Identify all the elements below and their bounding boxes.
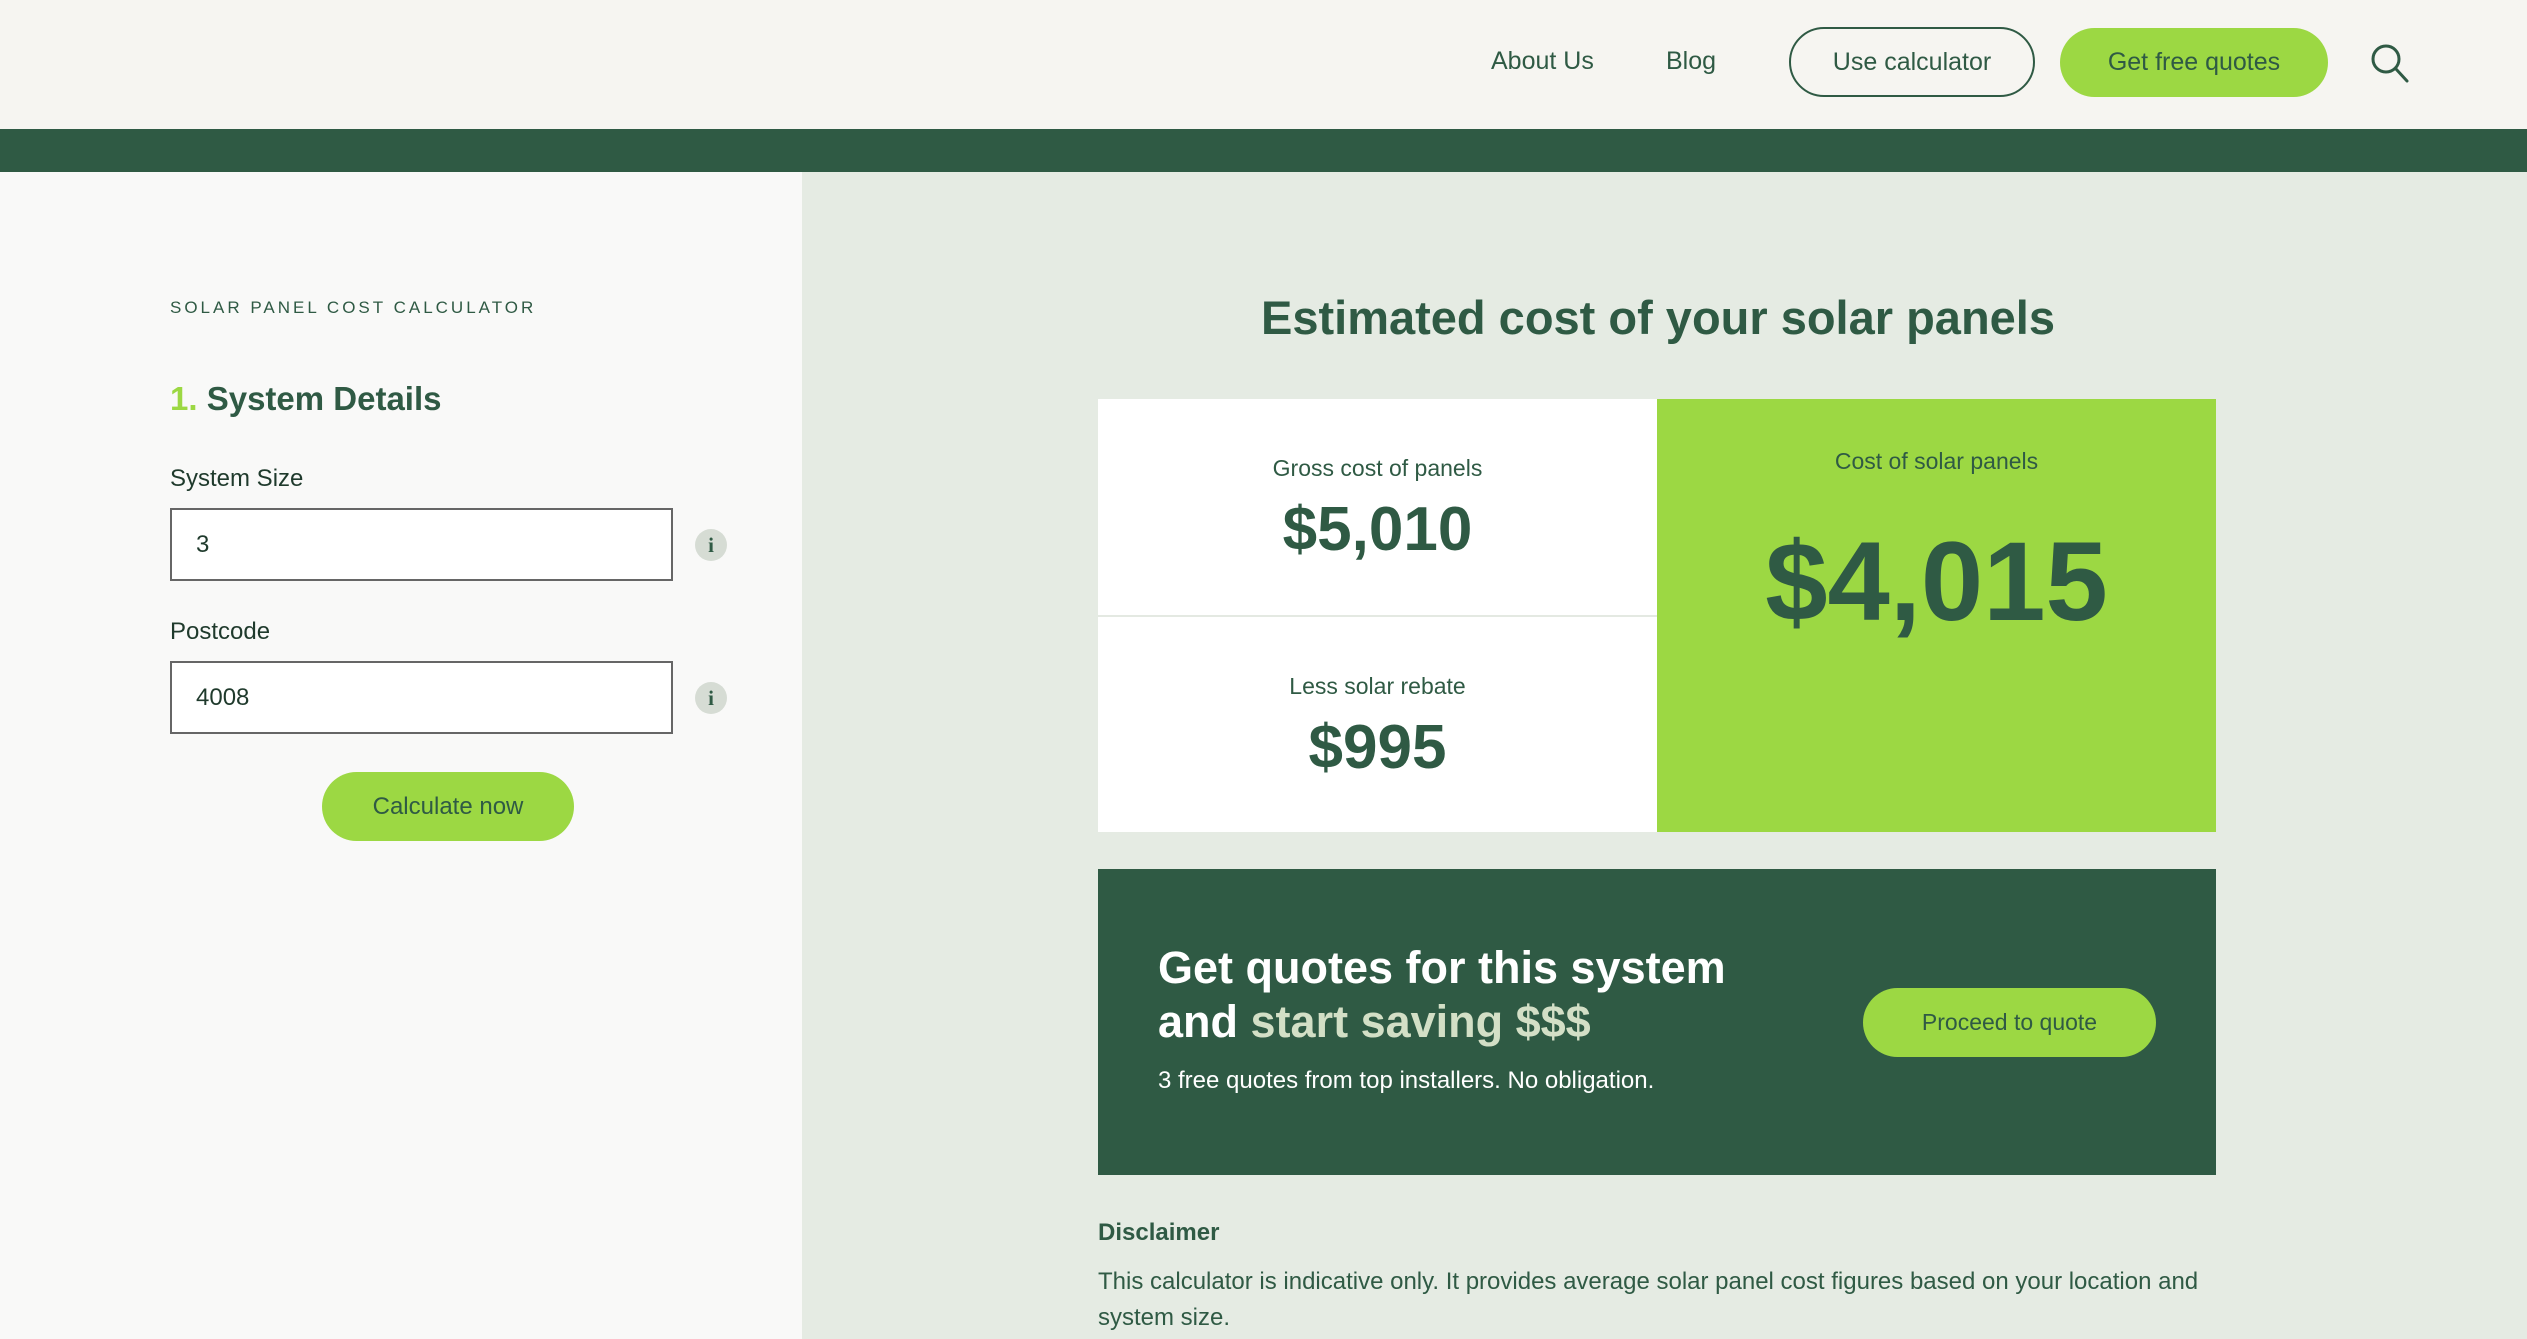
rebate-label: Less solar rebate <box>1289 673 1466 699</box>
calculator-eyebrow: SOLAR PANEL COST CALCULATOR <box>170 298 537 317</box>
rebate-value: $995 <box>1308 713 1447 782</box>
proceed-to-quote-button[interactable]: Proceed to quote <box>1863 988 2156 1057</box>
cta-heading-line1: Get quotes for this system <box>1158 942 1726 993</box>
cta-heading-accent: start saving $$$ <box>1250 996 1591 1047</box>
postcode-input[interactable] <box>170 661 673 734</box>
postcode-info-icon[interactable]: i <box>695 682 727 714</box>
step-number: 1. <box>170 380 198 417</box>
system-size-input[interactable] <box>170 508 673 581</box>
total-cost-card: Cost of solar panels $4,015 <box>1657 399 2216 832</box>
rebate-card: Less solar rebate $995 <box>1098 617 1657 832</box>
quote-cta-banner: Get quotes for this system and start sav… <box>1098 869 2216 1175</box>
calculator-form-panel <box>0 172 802 1339</box>
total-cost-value: $4,015 <box>1765 519 2108 644</box>
site-header: About Us Blog Use calculator Get free qu… <box>0 0 2527 129</box>
cta-subtext: 3 free quotes from top installers. No ob… <box>1158 1067 1655 1094</box>
get-free-quotes-button[interactable]: Get free quotes <box>2060 28 2328 97</box>
step-heading: 1. System Details <box>170 380 442 418</box>
step-title: System Details <box>206 380 442 417</box>
nav-about-us[interactable]: About Us <box>1491 47 1594 76</box>
disclaimer-title: Disclaimer <box>1098 1219 1220 1246</box>
gross-cost-label: Gross cost of panels <box>1272 455 1483 481</box>
gross-cost-card: Gross cost of panels $5,010 <box>1098 399 1657 615</box>
postcode-label: Postcode <box>170 618 271 645</box>
use-calculator-button[interactable]: Use calculator <box>1789 27 2035 97</box>
cta-heading-and: and <box>1158 996 1239 1047</box>
results-title: Estimated cost of your solar panels <box>1261 291 2055 344</box>
cta-heading: Get quotes for this system and start sav… <box>1158 941 1726 1049</box>
gross-cost-value: $5,010 <box>1282 495 1473 564</box>
calculate-now-button[interactable]: Calculate now <box>322 772 574 841</box>
search-icon[interactable] <box>2370 43 2410 85</box>
system-size-info-icon[interactable]: i <box>695 529 727 561</box>
header-band <box>0 129 2527 172</box>
system-size-label: System Size <box>170 465 304 492</box>
total-cost-label: Cost of solar panels <box>1834 448 2039 474</box>
disclaimer-text: This calculator is indicative only. It p… <box>1098 1268 2199 1331</box>
nav-blog[interactable]: Blog <box>1666 47 1716 76</box>
